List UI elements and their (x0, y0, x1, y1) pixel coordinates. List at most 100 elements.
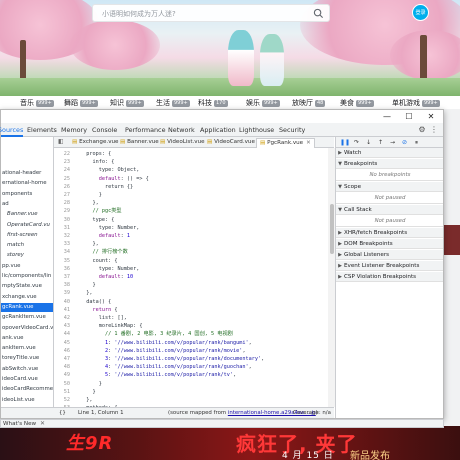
line-number[interactable]: 49 (54, 371, 70, 379)
code-line[interactable]: 36 type: Number, (54, 265, 328, 273)
code-line[interactable]: 26 return {} (54, 183, 328, 191)
line-number[interactable]: 35 (54, 257, 70, 265)
line-number[interactable]: 33 (54, 240, 70, 248)
code-line[interactable]: 48 4: '//www.bilibili.com/v/popular/rank… (54, 363, 328, 371)
toggle-navigator-icon[interactable]: ◧ (58, 138, 67, 146)
window-titlebar[interactable]: — ☐ ✕ (1, 110, 443, 123)
editor-tab[interactable]: ▤ PgcRank.vue ✕ (256, 138, 315, 148)
debugger-section-header[interactable]: ▶ XHR/fetch Breakpoints (336, 228, 443, 238)
code-line[interactable]: 51 } (54, 388, 328, 396)
line-number[interactable]: 45 (54, 339, 70, 347)
expanded-arrow-icon[interactable]: ▼ (336, 159, 344, 169)
file-tree-item[interactable]: ational-header (1, 169, 53, 178)
debugger-section-header[interactable]: ▶ CSP Violation Breakpoints (336, 272, 443, 282)
collapsed-arrow-icon[interactable]: ▶ (336, 228, 344, 238)
pretty-print-button[interactable]: {} (59, 409, 66, 418)
code-line[interactable]: 39 }, (54, 289, 328, 297)
code-line[interactable]: 33 }, (54, 240, 328, 248)
collapsed-arrow-icon[interactable]: ▶ (336, 250, 344, 260)
devtools-tab-memory[interactable]: Memory (61, 126, 87, 134)
line-number[interactable]: 46 (54, 347, 70, 355)
close-tab-icon[interactable]: ✕ (306, 140, 311, 146)
file-tree-item[interactable]: Banner.vue (1, 210, 53, 219)
devtools-tab-security[interactable]: Security (279, 126, 305, 134)
file-tree-item[interactable]: ernational-home (1, 179, 53, 188)
devtools-tab-lighthouse[interactable]: Lighthouse (239, 126, 274, 134)
category-link[interactable]: 音乐 999+ (20, 98, 54, 108)
code-line[interactable]: 34 // 排行榜个数 (54, 248, 328, 256)
line-number[interactable]: 39 (54, 289, 70, 297)
file-tree-item[interactable]: lic/components/lin (1, 272, 53, 281)
code-line[interactable]: 24 type: Object, (54, 166, 328, 174)
file-tree-item[interactable]: storey (1, 251, 53, 260)
gear-icon[interactable]: ⚙ (417, 125, 427, 135)
line-number[interactable]: 22 (54, 150, 70, 158)
file-tree-item[interactable]: xchange.vue (1, 293, 53, 302)
code-line[interactable]: 43 moreLinkMap: { (54, 322, 328, 330)
devtools-tab-network[interactable]: Network (168, 126, 195, 134)
line-number[interactable]: 23 (54, 158, 70, 166)
debugger-section-header[interactable]: ▶ Event Listener Breakpoints (336, 261, 443, 271)
category-link[interactable]: 生活 999+ (156, 98, 190, 108)
file-tree-item[interactable]: ideoCard.vue (1, 375, 53, 384)
line-number[interactable]: 24 (54, 166, 70, 174)
more-options-icon[interactable]: ⋮ (429, 125, 439, 135)
code-line[interactable]: 30 type: { (54, 216, 328, 224)
code-line[interactable]: 23 info: { (54, 158, 328, 166)
line-number[interactable]: 38 (54, 281, 70, 289)
category-link[interactable]: 娱乐 999+ (246, 98, 280, 108)
line-number[interactable]: 44 (54, 330, 70, 338)
code-line[interactable]: 29 // pgc类型 (54, 207, 328, 215)
code-line[interactable]: 25 default: () => { (54, 175, 328, 183)
category-link[interactable]: 知识 999+ (110, 98, 144, 108)
line-number[interactable]: 31 (54, 224, 70, 232)
file-tree-item[interactable]: ankItem.vue (1, 344, 53, 353)
category-link[interactable]: 美食 999+ (340, 98, 374, 108)
file-tree-item[interactable]: opoverVideoCard.v (1, 324, 53, 333)
line-number[interactable]: 40 (54, 298, 70, 306)
line-number[interactable]: 27 (54, 191, 70, 199)
line-number[interactable]: 28 (54, 199, 70, 207)
editor-scrollbar[interactable] (328, 148, 335, 407)
code-line[interactable]: 41 return { (54, 306, 328, 314)
step-icon[interactable]: → (388, 138, 397, 147)
whats-new-tab[interactable]: What's New (3, 420, 36, 428)
editor-scrollbar-thumb[interactable] (330, 204, 334, 254)
close-drawer-icon[interactable]: ✕ (40, 420, 45, 428)
maximize-button[interactable]: ☐ (403, 111, 415, 122)
category-link[interactable]: 科技 170 (198, 98, 228, 108)
category-link[interactable]: 放映厅 48 (292, 98, 326, 108)
pause-icon[interactable]: ❚❚ (340, 138, 350, 147)
line-number[interactable]: 52 (54, 396, 70, 404)
debugger-section-header[interactable]: ▼ Breakpoints (336, 159, 443, 169)
code-line[interactable]: 35 count: { (54, 257, 328, 265)
line-number[interactable]: 47 (54, 355, 70, 363)
line-number[interactable]: 26 (54, 183, 70, 191)
debugger-section-header[interactable]: ▶ Watch (336, 148, 443, 158)
file-tree-item[interactable]: ideoCardRecomme (1, 385, 53, 394)
code-line[interactable]: 47 3: '//www.bilibili.com/v/popular/rank… (54, 355, 328, 363)
login-avatar[interactable]: 登录 (412, 4, 429, 21)
file-tree-item[interactable]: mptyState.vue (1, 282, 53, 291)
line-number[interactable]: 48 (54, 363, 70, 371)
code-line[interactable]: 42 list: [], (54, 314, 328, 322)
editor-tab[interactable]: ▤ Exchange.vue (72, 138, 119, 147)
debugger-section-header[interactable]: ▼ Call Stack (336, 205, 443, 215)
expanded-arrow-icon[interactable]: ▼ (336, 205, 344, 215)
expanded-arrow-icon[interactable]: ▼ (336, 182, 344, 192)
code-editor[interactable]: 22 props: {23 info: {24 type: Object, 25 … (54, 148, 328, 407)
code-line[interactable]: 38 } (54, 281, 328, 289)
code-line[interactable]: 52 }, (54, 396, 328, 404)
file-tree-item[interactable]: omponents (1, 190, 53, 199)
debugger-section-header[interactable]: ▶ DOM Breakpoints (336, 239, 443, 249)
file-tree-item[interactable]: pp.vue (1, 262, 53, 271)
code-line[interactable]: 27 } (54, 191, 328, 199)
file-tree-item[interactable]: first-screen (1, 231, 53, 240)
deactivate-breakpoints-icon[interactable]: ⊘ (400, 138, 409, 147)
step-into-icon[interactable]: ↓ (364, 138, 373, 147)
file-tree-item[interactable]: gcRank.vue (1, 302, 53, 312)
file-tree-item[interactable]: abSwitch.vue (1, 365, 53, 374)
file-tree-item[interactable]: toreyTitle.vue (1, 354, 53, 363)
line-number[interactable]: 30 (54, 216, 70, 224)
line-number[interactable]: 42 (54, 314, 70, 322)
